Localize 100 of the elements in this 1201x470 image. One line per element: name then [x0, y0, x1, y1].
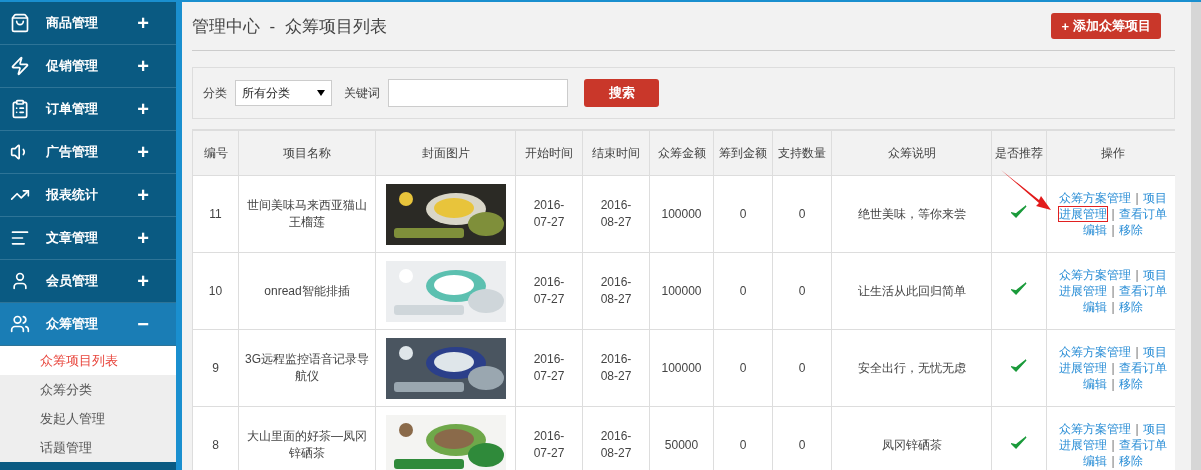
table-cell: onread智能排插: [238, 252, 376, 330]
action-link[interactable]: 编辑: [1083, 300, 1108, 314]
table-cell: 8: [192, 406, 239, 470]
column-header: 众筹说明: [831, 130, 992, 176]
menu-icon: [10, 228, 30, 248]
toggle-icon: +: [128, 183, 158, 207]
action-link[interactable]: 众筹方案管理: [1059, 268, 1132, 282]
submenu-item[interactable]: 众筹分类: [0, 375, 176, 404]
separator: |: [1135, 191, 1139, 205]
menu-label: 会员管理: [46, 272, 99, 290]
toggle-icon: +: [128, 54, 158, 78]
menu-label: 广告管理: [46, 143, 99, 161]
separator: |: [1111, 438, 1115, 452]
keyword-field[interactable]: [388, 79, 568, 107]
table-cell: 0: [713, 252, 773, 330]
sidebar-item[interactable]: 众筹管理 −: [0, 303, 176, 346]
action-link[interactable]: 移除: [1118, 454, 1143, 468]
table-cell: 10: [192, 252, 239, 330]
action-link[interactable]: 项目: [1142, 422, 1167, 436]
separator: |: [1111, 377, 1115, 391]
separator: |: [1135, 268, 1139, 282]
menu-icon: [10, 271, 30, 291]
action-link[interactable]: 众筹方案管理: [1059, 191, 1132, 205]
table-cell: 2016-07-27: [515, 252, 583, 330]
action-link[interactable]: 编辑: [1083, 223, 1108, 237]
dropdown-icon: [317, 90, 325, 96]
action-link[interactable]: 项目: [1142, 268, 1167, 282]
separator: |: [1111, 454, 1115, 468]
column-header: 筹到金额: [713, 130, 773, 176]
action-link[interactable]: 众筹方案管理: [1059, 422, 1132, 436]
action-link[interactable]: 查看订单: [1118, 361, 1167, 375]
table-cell: 9: [192, 329, 239, 407]
search-button[interactable]: 搜索: [584, 79, 659, 107]
table-cell: 2016-08-27: [582, 175, 650, 253]
table-cell: 让生活从此回归简单: [831, 252, 992, 330]
action-link[interactable]: 项目: [1142, 345, 1167, 359]
table-cell: 2016-07-27: [515, 175, 583, 253]
table-cell: 100000: [649, 252, 714, 330]
menu-label: 报表统计: [46, 186, 99, 204]
menu-label: 订单管理: [46, 100, 99, 118]
column-header: 封面图片: [375, 130, 516, 176]
toggle-icon: +: [128, 11, 158, 35]
table-cell: 安全出行，无忧无虑: [831, 329, 992, 407]
column-header: 是否推荐: [991, 130, 1047, 176]
table-cell: 11: [192, 175, 239, 253]
submenu-item[interactable]: 发起人管理: [0, 404, 176, 433]
action-link[interactable]: 进展管理: [1059, 284, 1108, 298]
keyword-label: 关键词: [344, 84, 380, 102]
column-header: 操作: [1046, 130, 1175, 176]
action-link[interactable]: 查看订单: [1118, 207, 1167, 221]
column-header: 众筹金额: [649, 130, 714, 176]
table-cell: 世间美味马来西亚猫山王榴莲: [238, 175, 376, 253]
table-cell: 0: [772, 329, 832, 407]
action-link[interactable]: 移除: [1118, 223, 1143, 237]
table-cell: 0: [772, 175, 832, 253]
toggle-icon: +: [128, 97, 158, 121]
table-cell: 2016-08-27: [582, 329, 650, 407]
category-select[interactable]: 所有分类: [235, 80, 332, 106]
separator: |: [1111, 284, 1115, 298]
action-link[interactable]: 查看订单: [1118, 438, 1167, 452]
separator: |: [1111, 223, 1115, 237]
column-header: 结束时间: [582, 130, 650, 176]
table-cell: 2016-07-27: [515, 329, 583, 407]
table-cell: 0: [713, 329, 773, 407]
column-header: 编号: [192, 130, 239, 176]
action-link[interactable]: 进展管理: [1059, 438, 1108, 452]
action-link[interactable]: 编辑: [1083, 454, 1108, 468]
menu-label: 促销管理: [46, 57, 99, 75]
separator: |: [1135, 345, 1139, 359]
page-title: 管理中心 - 众筹项目列表: [192, 15, 387, 38]
separator: |: [1111, 361, 1115, 375]
action-link[interactable]: 项目: [1142, 191, 1167, 205]
table-cell: 2016-08-27: [582, 252, 650, 330]
menu-label: 文章管理: [46, 229, 99, 247]
action-link[interactable]: 进展管理: [1059, 361, 1108, 375]
toggle-icon: −: [128, 312, 158, 336]
column-header: 项目名称: [238, 130, 376, 176]
table-cell: 0: [772, 252, 832, 330]
table-cell: 100000: [649, 329, 714, 407]
menu-label: 众筹管理: [46, 315, 99, 333]
menu-icon: [10, 13, 30, 33]
table-cell: 3G远程监控语音记录导航仪: [238, 329, 376, 407]
menu-label: 商品管理: [46, 14, 99, 32]
action-link[interactable]: 众筹方案管理: [1059, 345, 1132, 359]
toggle-icon: +: [128, 140, 158, 164]
category-label: 分类: [203, 84, 227, 102]
add-project-button[interactable]: + 添加众筹项目: [1051, 13, 1161, 39]
menu-icon: [10, 314, 30, 334]
menu-icon: [10, 56, 30, 76]
action-link[interactable]: 进展管理: [1059, 207, 1108, 221]
column-header: 支持数量: [772, 130, 832, 176]
action-link[interactable]: 移除: [1118, 300, 1143, 314]
submenu-item[interactable]: 话题管理: [0, 433, 176, 462]
separator: |: [1135, 422, 1139, 436]
action-link[interactable]: 查看订单: [1118, 284, 1167, 298]
toggle-icon: +: [128, 269, 158, 293]
submenu-item[interactable]: 众筹项目列表: [0, 346, 176, 375]
action-link[interactable]: 编辑: [1083, 377, 1108, 391]
action-link[interactable]: 移除: [1118, 377, 1143, 391]
column-header: 开始时间: [515, 130, 583, 176]
